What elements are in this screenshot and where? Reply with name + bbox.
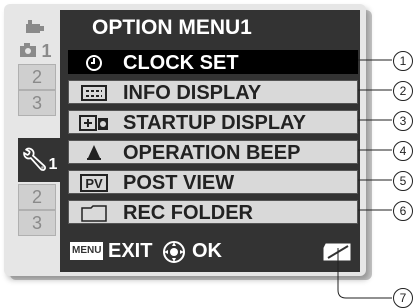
callout-3: 3 [393, 111, 413, 131]
callout-7: 7 [393, 288, 413, 308]
callout-6: 6 [393, 201, 413, 221]
callout-1: 1 [393, 51, 413, 71]
callout-2: 2 [393, 81, 413, 101]
callout-lines [337, 59, 392, 299]
callout-5: 5 [393, 171, 413, 191]
callout-4: 4 [393, 141, 413, 161]
